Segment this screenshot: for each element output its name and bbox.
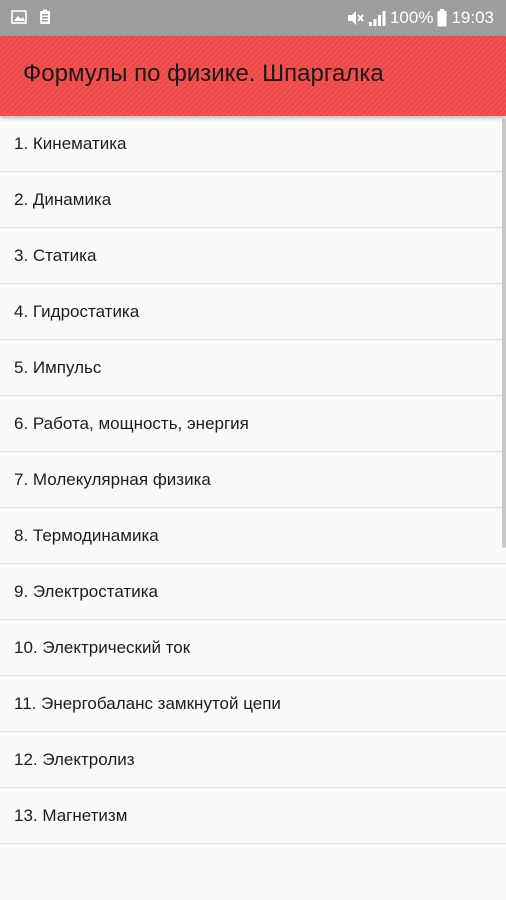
topic-list: 1. Кинематика 2. Динамика 3. Статика 4. … (0, 116, 506, 900)
list-item-molecular-physics[interactable]: 7. Молекулярная физика (0, 452, 506, 508)
list-item-electrostatics[interactable]: 9. Электростатика (0, 564, 506, 620)
status-left (11, 9, 53, 25)
app-bar: Формулы по физике. Шпаргалка (0, 36, 506, 116)
list-item-hydrostatics[interactable]: 4. Гидростатика (0, 284, 506, 340)
screen: 100% 19:03 Формулы по физике. Шпаргалка … (0, 0, 506, 900)
list-item-dynamics[interactable]: 2. Динамика (0, 172, 506, 228)
list-item-magnetism[interactable]: 13. Магнетизм (0, 788, 506, 844)
list-item-thermodynamics[interactable]: 8. Термодинамика (0, 508, 506, 564)
status-bar: 100% 19:03 (0, 0, 506, 36)
battery-icon (437, 9, 447, 27)
list-scrollbar[interactable] (502, 118, 506, 548)
list-item-electrolysis[interactable]: 12. Электролиз (0, 732, 506, 788)
list-item-momentum[interactable]: 5. Импульс (0, 340, 506, 396)
image-icon (11, 9, 27, 25)
list-item-electric-current[interactable]: 10. Электрический ток (0, 620, 506, 676)
signal-icon (368, 9, 386, 27)
battery-saver-icon (37, 9, 53, 25)
battery-percent: 100% (389, 8, 434, 27)
list-item-closed-circuit-energy[interactable]: 11. Энергобаланс замкнутой цепи (0, 676, 506, 732)
page-title: Формулы по физике. Шпаргалка (23, 60, 384, 87)
status-right: 100% 19:03 (346, 7, 494, 29)
clock: 19:03 (451, 8, 494, 27)
list-item-work-power-energy[interactable]: 6. Работа, мощность, энергия (0, 396, 506, 452)
list-item-statics[interactable]: 3. Статика (0, 228, 506, 284)
list-item-kinematics[interactable]: 1. Кинематика (0, 116, 506, 172)
mute-icon (346, 9, 364, 27)
